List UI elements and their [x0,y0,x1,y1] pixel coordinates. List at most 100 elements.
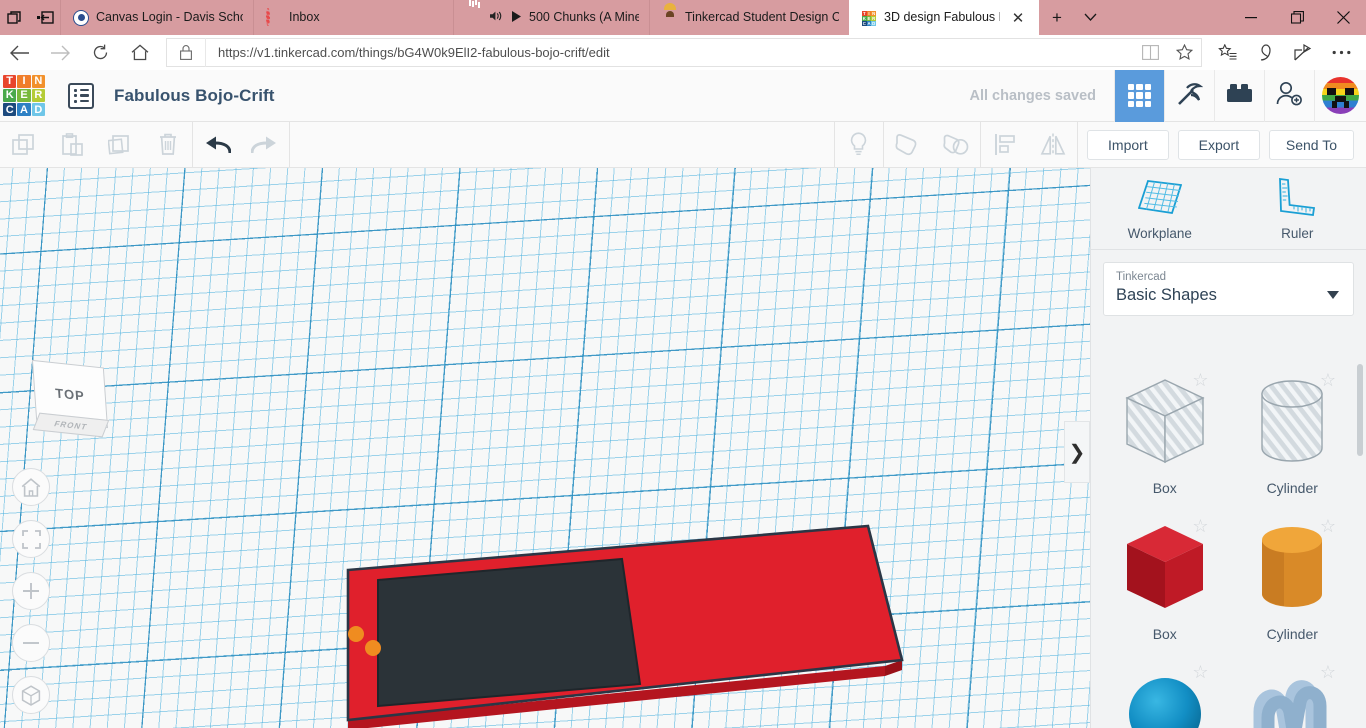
refresh-icon[interactable] [80,35,120,70]
divider [1076,121,1078,168]
tab-title: 3D design Fabulous Boj [884,10,1000,24]
url-actions [1133,38,1201,67]
copy-button[interactable] [0,122,48,168]
logo-letter: I [17,74,31,88]
view-cube[interactable]: TOP FRONT [28,359,120,442]
trash-icon[interactable] [144,122,192,168]
minecraft-button[interactable] [1164,69,1214,122]
collapse-panel-button[interactable]: ❯ [1064,421,1090,483]
logo-letter: R [31,88,45,103]
undo-button[interactable] [193,122,241,168]
logo-letter: T [3,74,17,88]
scribble-icon [1253,680,1327,728]
tinkercad-logo-icon[interactable]: T I N K E R C A D [2,74,46,118]
shape-item-scribble[interactable]: ☆ Scribble [1229,656,1357,728]
minimize-button[interactable] [1228,0,1274,35]
workplane-tool[interactable]: Workplane [1091,177,1229,241]
logo-letter: C [3,103,17,117]
ruler-tool[interactable]: Ruler [1229,177,1366,241]
shape-item-cylinder-hole[interactable]: ☆ Cylinder [1229,364,1357,504]
sphere-solid-icon [1128,678,1201,728]
chevron-down-icon[interactable] [1075,0,1105,35]
person-icon [662,10,678,26]
favorites-hub-icon[interactable] [1208,35,1246,70]
set-aside-tabs-icon[interactable] [30,0,60,35]
avatar[interactable] [1314,69,1366,122]
import-button[interactable]: Import [1086,129,1169,160]
share-icon[interactable] [1284,35,1322,70]
tab-title: Tinkercad Student Design C [685,10,839,24]
library-source: Tinkercad [1116,271,1167,283]
url-input[interactable]: https://v1.tinkercad.com/things/bG4W0k9E… [205,38,1133,67]
browser-tab-strip: Canvas Login - Davis Schoo Inbox 500 Chu… [0,0,1366,35]
forward-arrow-icon[interactable] [40,35,80,70]
blocks-grid-button[interactable] [1114,69,1164,122]
edit-toolbar: Import Export Send To [0,121,1366,168]
zoom-in-button[interactable] [12,572,50,610]
shape-item-sphere[interactable]: ☆ Sphere [1101,656,1229,728]
header-actions: All changes saved [951,69,1366,122]
zoom-out-button[interactable] [12,624,50,662]
clipboard-tools [0,122,192,168]
more-options-icon[interactable] [1322,35,1360,70]
pickaxe-icon [1176,80,1204,112]
browser-tab-3d-design[interactable]: TIN KER CAD 3D design Fabulous Boj ✕ [849,0,1039,35]
lego-brick-icon [1226,83,1253,108]
library-selector-wrap: Tinkercad Basic Shapes [1091,250,1366,326]
home-icon[interactable] [120,35,160,70]
box-solid-icon [1126,526,1203,608]
browser-tab-soundcloud[interactable]: 500 Chunks (A Minec [453,0,649,35]
tab-audio-icon[interactable] [489,9,505,26]
tab-title: Inbox [289,10,320,24]
browser-tab-inbox[interactable]: Inbox [253,0,453,35]
save-status: All changes saved [969,87,1096,104]
web-notes-icon[interactable] [1246,35,1284,70]
shape-item-box-hole[interactable]: ☆ Box [1101,364,1229,504]
redo-button[interactable] [241,122,289,168]
fit-view-button[interactable] [12,520,50,558]
star-icon[interactable] [1167,38,1201,67]
tinkercad-icon: TIN KER CAD [861,9,877,27]
export-button[interactable]: Export [1177,129,1260,160]
lightbulb-icon[interactable] [835,122,883,168]
logo-letter: D [31,103,45,117]
url-bar[interactable]: https://v1.tinkercad.com/things/bG4W0k9E… [166,38,1202,67]
projects-list-icon[interactable] [68,82,94,109]
inbox-icon [266,7,282,26]
grid-icon [1128,84,1151,107]
ortho-perspective-button[interactable] [12,676,50,714]
chevron-down-icon [1327,291,1339,299]
new-tab-button[interactable]: + [1039,0,1075,35]
shape-item-box-solid[interactable]: ☆ Box [1101,510,1229,650]
reading-view-icon[interactable] [1133,38,1167,67]
ungroup-button[interactable] [932,122,980,168]
send-to-button[interactable]: Send To [1268,129,1354,160]
window-controls [1228,0,1366,35]
history-tools [193,122,289,168]
browser-tab-tinkercad-student[interactable]: Tinkercad Student Design C [649,0,849,35]
paste-button[interactable] [48,122,96,168]
bricks-button[interactable] [1214,69,1264,122]
close-button[interactable] [1320,0,1366,35]
library-selector[interactable]: Tinkercad Basic Shapes [1103,262,1354,316]
tab-close-icon[interactable]: ✕ [1007,7,1029,29]
shape-item-cylinder-solid[interactable]: ☆ Cylinder [1229,510,1357,650]
home-view-button[interactable] [12,468,50,506]
tab-play-icon [512,10,522,25]
red-slab-with-screen[interactable] [330,508,930,728]
panel-scrollbar[interactable] [1357,364,1363,456]
design-canvas[interactable]: TOP FRONT ❯ [0,168,1090,728]
panel-tools: Workplane Ruler [1091,168,1366,250]
mirror-button[interactable] [1029,122,1077,168]
duplicate-button[interactable] [96,122,144,168]
restore-button[interactable] [1274,0,1320,35]
back-arrow-icon[interactable] [0,35,40,70]
person-add-icon [1276,81,1303,111]
ruler-icon [1276,177,1318,220]
align-button[interactable] [981,122,1029,168]
browser-tab-canvas[interactable]: Canvas Login - Davis Schoo [60,0,253,35]
tab-preview-icon[interactable] [0,0,30,35]
group-button[interactable] [884,122,932,168]
shape-library-grid[interactable]: ☆ Box ☆ Cylinder ☆ Box ☆ Cylinder ☆ ☆ [1091,356,1366,728]
invite-button[interactable] [1264,69,1314,122]
